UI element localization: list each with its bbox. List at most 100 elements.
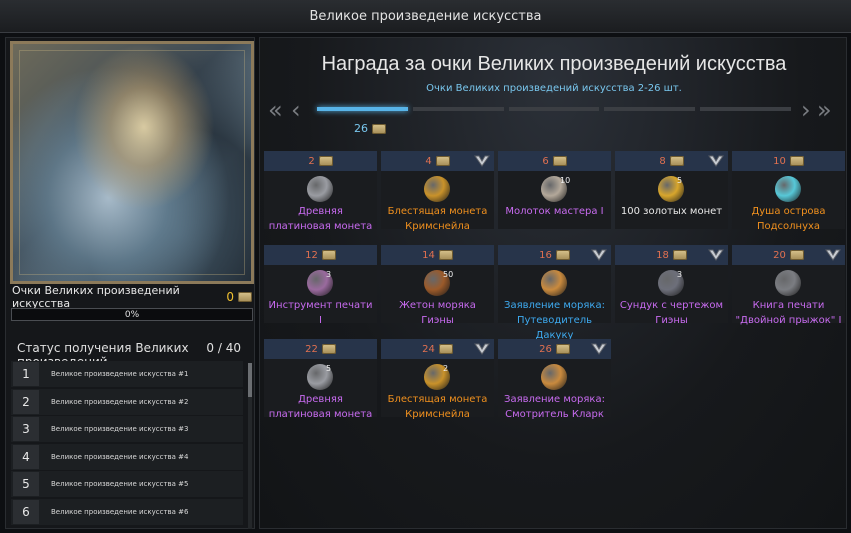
reward-name: Сундук с чертежом Гиэны <box>619 300 724 326</box>
window-titlebar: Великое произведение искусства <box>0 0 851 33</box>
reward-points-scroll-icon <box>552 156 567 166</box>
scroll-document-icon <box>541 270 567 296</box>
page-segment-1[interactable] <box>317 107 408 111</box>
rank-badge-icon <box>591 343 607 355</box>
masterpiece-list: 1 Великое произведение искусства #1 2 Велик… <box>11 361 243 526</box>
reward-points: 12 <box>305 249 318 261</box>
reward-name: Древняя платиновая монета <box>268 206 373 232</box>
reward-quantity: 3 <box>677 270 683 279</box>
reward-points: 22 <box>305 343 318 355</box>
reward-points-header: 2 <box>264 151 377 171</box>
reward-points-header: 18 <box>615 245 728 265</box>
reward-name: 100 золотых монет <box>620 206 723 217</box>
rank-badge-icon <box>474 155 490 167</box>
reward-name: Древняя платиновая монета <box>268 394 373 420</box>
list-item-name: Великое произведение искусства #2 <box>51 397 189 406</box>
reward-name: Инструмент печати I <box>268 300 373 326</box>
list-item[interactable]: 5 Великое произведение искусства #5 <box>11 471 243 497</box>
reward-points-scroll-icon <box>789 250 804 260</box>
list-scrollbar[interactable] <box>248 363 252 529</box>
reward-cell[interactable]: 6 10 Молоток мастера I <box>498 151 611 229</box>
reward-name: Душа острова Подсолнуха <box>751 206 826 232</box>
reward-points-header: 8 <box>615 151 728 171</box>
reward-points: 4 <box>425 155 432 167</box>
reward-cell[interactable]: 8 5 100 золотых монет <box>615 151 728 229</box>
list-item-name: Великое произведение искусства #3 <box>51 425 189 433</box>
current-points-value: 26 <box>354 122 368 135</box>
reward-cell[interactable]: 4 Блестящая монета Кримснейла <box>381 151 494 232</box>
reward-points: 16 <box>539 249 552 261</box>
nav-prev-button[interactable]: ‹ <box>291 96 301 124</box>
nav-first-button[interactable]: « <box>268 96 283 124</box>
reward-points-header: 4 <box>381 151 494 171</box>
reward-quantity: 5 <box>326 364 332 373</box>
reward-name: Заявление моряка: Путеводитель Дакуку <box>504 300 605 341</box>
reward-cell[interactable]: 24 2 Блестящая монета Кримснейла <box>381 339 494 420</box>
list-item[interactable]: 2 Великое произведение искусства #2 <box>11 388 243 415</box>
progress-bar: 0% <box>11 308 253 321</box>
reward-points-header: 10 <box>732 151 845 171</box>
status-count: 0 / 40 <box>206 341 241 355</box>
reward-name: Книга печати "Двойной прыжок" I <box>735 300 842 326</box>
page-segment-2[interactable] <box>412 107 504 111</box>
list-item-name: Великое произведение искусства #4 <box>51 452 189 461</box>
reward-name: Блестящая монета Кримснейла <box>387 206 488 232</box>
list-item-number: 1 <box>13 362 39 386</box>
window-title: Великое произведение искусства <box>309 8 542 24</box>
reward-cell[interactable]: 20 Книга печати "Двойной прыжок" I <box>732 245 845 326</box>
list-item-name: Великое произведение искусства #5 <box>51 480 189 488</box>
rank-badge-icon <box>708 249 724 261</box>
reward-cell[interactable]: 12 3 Инструмент печати I <box>264 245 377 326</box>
progress-text: 0% <box>124 309 140 320</box>
rewards-title: Награда за очки Великих произведений иск… <box>321 53 787 75</box>
gold-coin-icon <box>424 176 450 202</box>
reward-points-header: 16 <box>498 245 611 265</box>
reward-points-header: 12 <box>264 245 377 265</box>
reward-cell[interactable]: 22 5 Древняя платиновая монета <box>264 339 377 420</box>
nav-last-button[interactable]: » <box>817 96 832 124</box>
list-item[interactable]: 4 Великое произведение искусства #4 <box>11 443 243 470</box>
list-item-number: 5 <box>13 472 39 496</box>
reward-points-header: 6 <box>498 151 611 171</box>
island-soul-icon <box>775 176 801 202</box>
reward-cell[interactable]: 18 3 Сундук с чертежом Гиэны <box>615 245 728 326</box>
reward-points-scroll-icon <box>438 250 453 260</box>
points-value: 0 <box>226 290 234 304</box>
page-segment-3[interactable] <box>508 107 600 111</box>
artwork-panel: Очки Великих произведений искусства 0 0%… <box>5 37 255 529</box>
list-item-name: Великое произведение искусства #6 <box>51 507 189 516</box>
reward-points: 24 <box>422 343 435 355</box>
reward-name: Молоток мастера I <box>505 206 604 217</box>
page-segment-5[interactable] <box>700 107 791 111</box>
reward-quantity: 5 <box>677 176 683 185</box>
points-label: Очки Великих произведений искусства <box>12 284 180 310</box>
nav-next-button[interactable]: › <box>801 96 811 124</box>
reward-points-scroll-icon <box>435 156 450 166</box>
page-indicator <box>317 107 791 111</box>
reward-points: 18 <box>656 249 669 261</box>
points-scroll-icon <box>238 292 252 302</box>
reward-cell[interactable]: 2 Древняя платиновая монета <box>264 151 377 232</box>
reward-points-scroll-icon <box>669 156 684 166</box>
scrollbar-thumb[interactable] <box>248 363 252 397</box>
reward-cell[interactable]: 26 Заявление моряка: Смотритель Кларк <box>498 339 611 420</box>
reward-points-header: 24 <box>381 339 494 359</box>
reward-points-header: 14 <box>381 245 494 265</box>
list-item[interactable]: 6 Великое произведение искусства #6 <box>11 498 243 525</box>
reward-quantity: 2 <box>443 364 449 373</box>
list-item[interactable]: 3 Великое произведение искусства #3 <box>11 416 243 442</box>
reward-points-header: 26 <box>498 339 611 359</box>
reward-points-scroll-icon <box>438 344 453 354</box>
reward-name: Блестящая монета Кримснейла <box>387 394 488 420</box>
rank-badge-icon <box>708 155 724 167</box>
points-row: Очки Великих произведений искусства 0 <box>12 284 252 310</box>
current-points-marker: 26 <box>354 122 386 135</box>
page-segment-4[interactable] <box>604 107 696 111</box>
reward-points: 26 <box>539 343 552 355</box>
reward-cell[interactable]: 14 50 Жетон моряка Гиэны <box>381 245 494 326</box>
reward-quantity: 10 <box>560 176 571 185</box>
list-item[interactable]: 1 Великое произведение искусства #1 <box>11 361 243 387</box>
current-points-scroll-icon <box>371 124 386 134</box>
reward-cell[interactable]: 16 Заявление моряка: Путеводитель Дакуку <box>498 245 611 341</box>
reward-cell[interactable]: 10 Душа острова Подсолнуха <box>732 151 845 232</box>
